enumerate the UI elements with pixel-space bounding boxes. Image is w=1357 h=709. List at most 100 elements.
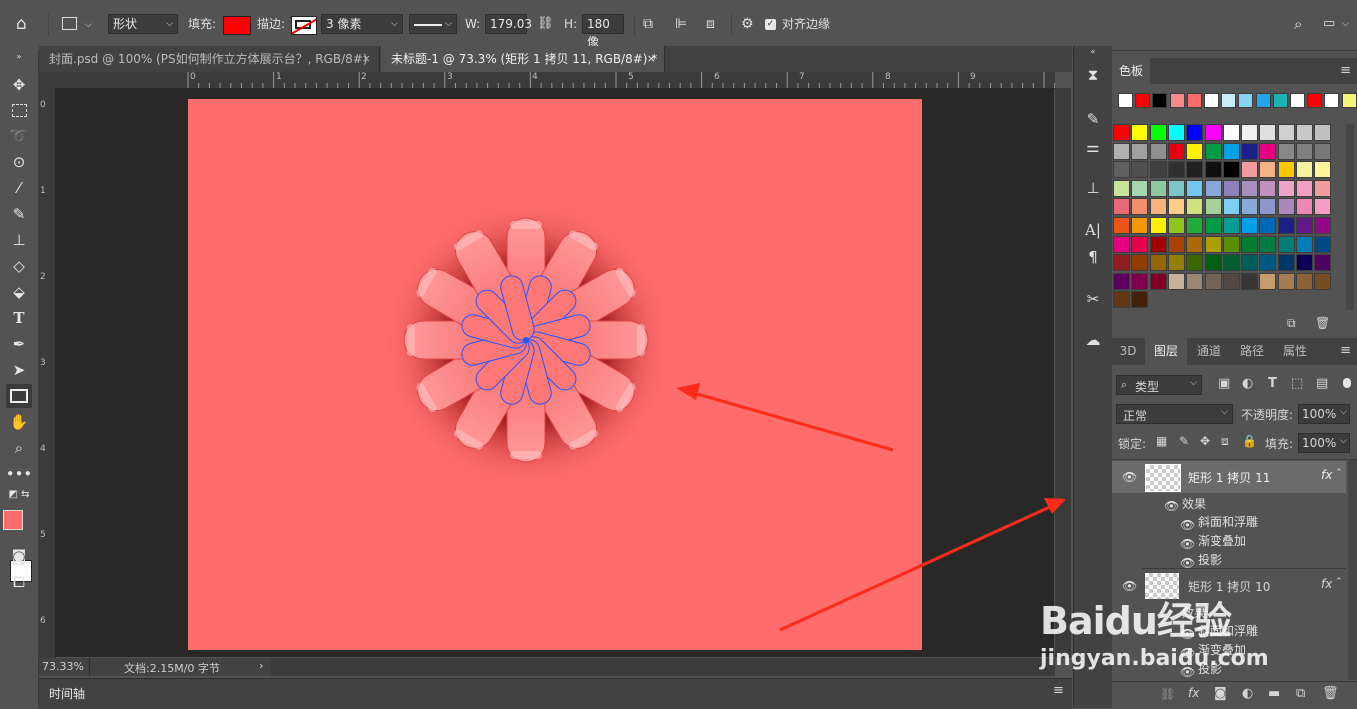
color-swatch[interactable] (1277, 142, 1295, 160)
color-swatch[interactable] (1167, 142, 1185, 160)
close-icon[interactable]: × (647, 46, 656, 72)
eye-icon[interactable]: 👁 (1180, 538, 1195, 550)
color-swatch[interactable] (1204, 254, 1222, 272)
color-swatch[interactable] (1259, 272, 1277, 290)
move-tool-icon[interactable]: ✥ (6, 73, 32, 97)
color-swatch[interactable] (1259, 124, 1277, 141)
new-layer-icon[interactable]: ⧉ (1296, 686, 1305, 701)
color-swatch[interactable] (1167, 272, 1185, 290)
color-swatch[interactable] (1296, 217, 1313, 234)
lock-transparent-icon[interactable]: ▦ (1156, 434, 1167, 448)
document-info[interactable]: 文档:2.15M/0 字节 (124, 660, 220, 676)
color-swatch[interactable] (1241, 142, 1259, 160)
type-filter-icon[interactable]: T (1268, 376, 1277, 391)
color-swatch[interactable] (1149, 179, 1167, 197)
close-icon[interactable]: × (362, 46, 371, 72)
color-swatch[interactable] (1296, 142, 1313, 160)
color-swatch[interactable] (1277, 124, 1295, 141)
marquee-tool-icon[interactable] (6, 98, 32, 122)
lock-all-icon[interactable]: 🔒 (1242, 434, 1257, 448)
color-swatch[interactable] (1241, 161, 1259, 179)
color-swatch[interactable] (1222, 179, 1240, 197)
color-swatch[interactable] (1186, 217, 1204, 234)
color-swatch[interactable] (1222, 235, 1240, 253)
color-swatch[interactable] (1296, 161, 1313, 179)
vertical-ruler[interactable]: 0 1 2 3 4 5 6 (39, 88, 56, 658)
height-field[interactable]: 180 像 (582, 14, 624, 49)
color-swatch[interactable] (1167, 179, 1185, 197)
new-swatch-icon[interactable]: ⧉ (1287, 316, 1296, 331)
color-swatch[interactable] (1204, 272, 1222, 290)
color-swatch[interactable] (1241, 124, 1259, 141)
color-swatch[interactable] (1307, 93, 1323, 108)
color-swatch[interactable] (1131, 272, 1149, 290)
color-swatch[interactable] (1152, 93, 1168, 108)
color-swatch[interactable] (1221, 93, 1237, 108)
vertical-scrollbar[interactable] (1055, 88, 1071, 658)
color-swatch[interactable] (1131, 235, 1149, 253)
panel-menu-icon[interactable]: ≡ (1340, 63, 1351, 78)
color-swatch[interactable] (1167, 161, 1185, 179)
color-swatch[interactable] (1222, 161, 1240, 179)
brush-tool-icon[interactable]: ✎ (6, 202, 32, 226)
trash-icon[interactable]: 🗑 (1315, 316, 1330, 330)
stroke-color-swatch[interactable] (291, 16, 317, 35)
color-swatch[interactable] (1314, 217, 1332, 234)
tab-paths[interactable]: 路径 (1231, 338, 1273, 365)
type-tool-icon[interactable]: T (6, 306, 32, 330)
color-swatch[interactable] (1314, 235, 1332, 253)
color-swatch[interactable] (1113, 235, 1130, 253)
color-swatch[interactable] (1167, 217, 1185, 234)
layer-name[interactable]: 矩形 1 拷贝 11 (1188, 469, 1270, 486)
color-swatch[interactable] (1259, 179, 1277, 197)
color-swatch[interactable] (1131, 217, 1149, 234)
align-edges-checkbox[interactable]: ✓ (765, 19, 776, 30)
layer-row[interactable]: 👁 矩形 1 拷贝 11 fx ⌃ (1112, 461, 1346, 493)
color-swatch[interactable] (1149, 142, 1167, 160)
color-swatch[interactable] (1167, 235, 1185, 253)
tab-properties[interactable]: 属性 (1274, 338, 1316, 365)
color-swatch[interactable] (1222, 272, 1240, 290)
color-swatch[interactable] (1277, 235, 1295, 253)
color-swatch[interactable] (1186, 198, 1204, 216)
color-swatch[interactable] (1259, 198, 1277, 216)
color-swatch[interactable] (1314, 124, 1332, 141)
tab-swatches[interactable]: 色板 (1112, 58, 1150, 84)
collapse-icon[interactable]: » (6, 50, 32, 62)
color-swatch[interactable] (1241, 235, 1259, 253)
eye-icon[interactable]: 👁 (1122, 471, 1137, 483)
tab-3d[interactable]: 3D (1112, 338, 1144, 365)
color-swatch[interactable] (1186, 179, 1204, 197)
zoom-level[interactable]: 73.33% (42, 660, 84, 673)
status-menu-arrow[interactable]: › (259, 659, 263, 672)
home-icon[interactable]: ⌂ (16, 13, 27, 35)
shape-filter-icon[interactable]: ⬚ (1291, 376, 1303, 391)
eye-icon[interactable]: 👁 (1180, 519, 1195, 531)
color-swatch[interactable] (1259, 254, 1277, 272)
color-swatch[interactable] (1113, 179, 1130, 197)
color-swatch[interactable] (1204, 217, 1222, 234)
stroke-width-field[interactable]: 3 像素 ⌵ (321, 14, 403, 34)
swatch-scrollbar[interactable] (1346, 124, 1354, 310)
color-swatch[interactable] (1314, 272, 1332, 290)
color-swatch[interactable] (1113, 161, 1130, 179)
color-swatch[interactable] (1204, 142, 1222, 160)
effect-item[interactable]: 投影 (1198, 551, 1222, 568)
color-swatch[interactable] (1204, 198, 1222, 216)
search-icon[interactable]: ⌕ (1294, 13, 1302, 35)
color-swatch[interactable] (1149, 217, 1167, 234)
color-swatch[interactable] (1241, 217, 1259, 234)
paragraph-icon[interactable]: ¶ (1082, 246, 1104, 268)
hand-tool-icon[interactable]: ✋ (6, 410, 32, 434)
color-swatch[interactable] (1277, 217, 1295, 234)
lock-image-icon[interactable]: ✎ (1179, 434, 1189, 448)
color-swatch[interactable] (1296, 179, 1313, 197)
color-swatch[interactable] (1277, 272, 1295, 290)
color-swatch[interactable] (1167, 198, 1185, 216)
color-swatch[interactable] (1241, 198, 1259, 216)
color-swatch[interactable] (1186, 161, 1204, 179)
paint-bucket-tool-icon[interactable]: ⬙ (6, 280, 32, 304)
color-swatch[interactable] (1167, 124, 1185, 141)
clone-source-icon[interactable]: ⊥ (1082, 177, 1104, 199)
color-swatch[interactable] (1241, 179, 1259, 197)
